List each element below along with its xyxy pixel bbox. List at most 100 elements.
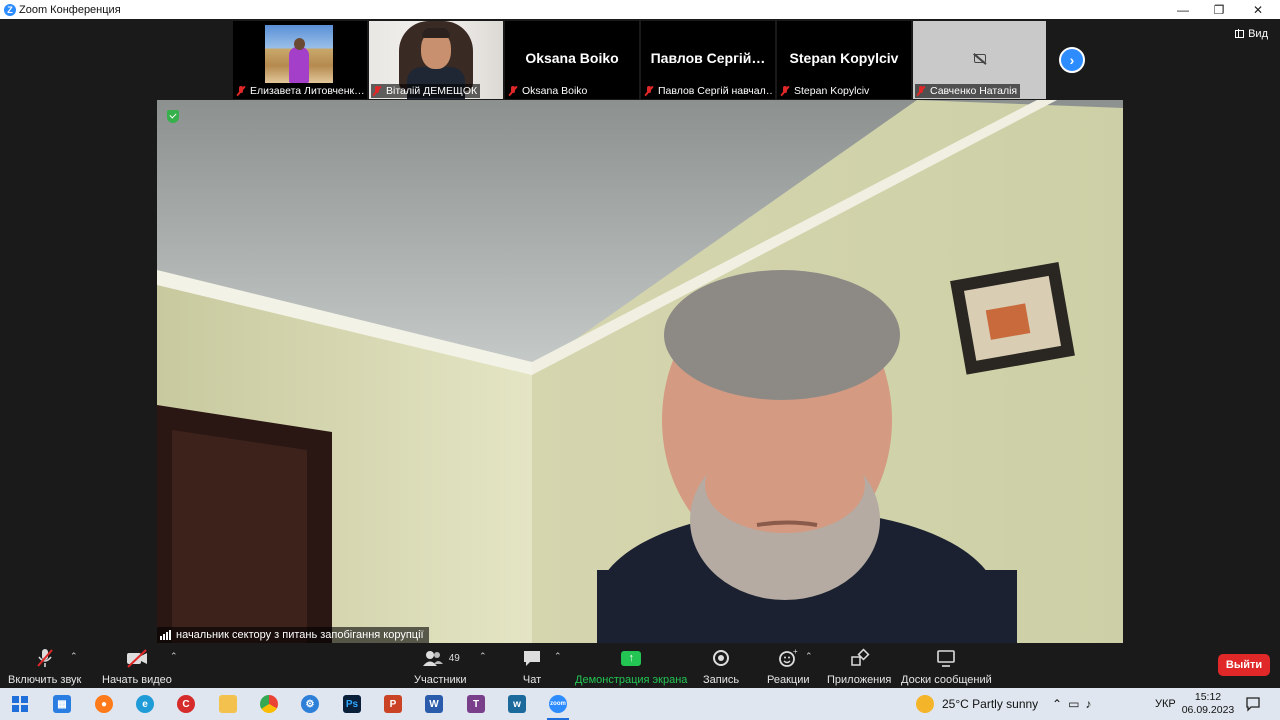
apps-button[interactable]: Приложения — [827, 647, 891, 686]
settings-icon[interactable]: ⚙ — [301, 695, 319, 713]
window-title: Zoom Конференция — [19, 3, 121, 16]
mic-muted-icon — [372, 86, 382, 96]
start-video-button[interactable]: Начать видео — [102, 647, 172, 686]
red-app-icon[interactable]: C — [177, 695, 195, 713]
speaker-video-frame — [157, 100, 1123, 643]
apps-button-label: Приложения — [827, 674, 892, 686]
record-button[interactable]: Запись — [703, 647, 739, 686]
system-tray-icons[interactable]: ⌃ ▭ ♪ — [1052, 688, 1097, 720]
participant-tile[interactable]: Павлов Сергій… Павлов Сергій навчал… — [641, 21, 775, 99]
participant-name: Stepan Kopylciv — [794, 85, 870, 97]
participant-name-label: Елизавета Литовченк… — [235, 84, 365, 98]
weather-text: 25°C Partly sunny — [942, 697, 1039, 711]
participants-count: 49 — [448, 652, 460, 664]
firefox-icon[interactable]: ● — [95, 695, 113, 713]
participant-tile[interactable]: Савченко Наталія — [913, 21, 1046, 99]
participant-tile[interactable]: Віталій ДЕМЕЩОК — [369, 21, 503, 99]
windows-taskbar: ▦ ● e C ⚙ Ps P W T w zoom 25°C Partly su… — [0, 688, 1280, 720]
mic-muted-icon — [236, 86, 246, 96]
minimize-button[interactable]: — — [1163, 0, 1203, 19]
start-video-button-label: Начать видео — [102, 674, 172, 686]
svg-text:+: + — [793, 647, 798, 656]
mic-muted-icon — [916, 86, 926, 96]
participants-button-label: Участники — [414, 674, 467, 686]
chrome-icon[interactable] — [260, 695, 278, 713]
participant-tile[interactable]: Елизавета Литовченк… — [233, 21, 367, 99]
weather-widget[interactable]: 25°C Partly sunny — [916, 688, 1038, 720]
participant-tile[interactable]: Oksana Boiko Oksana Boiko — [505, 21, 639, 99]
unmute-button-label: Включить звук — [8, 674, 82, 686]
reactions-options-caret-icon[interactable]: ⌃ — [805, 651, 813, 662]
mic-muted-icon — [34, 647, 56, 669]
notifications-icon[interactable] — [1245, 688, 1261, 720]
windows-start-icon[interactable] — [11, 695, 29, 713]
active-speaker-video: начальник сектору з питань запобігання к… — [157, 100, 1123, 643]
title-bar: Z Zoom Конференция — ❐ ✕ — [0, 0, 1280, 19]
zoom-taskbar-icon[interactable]: zoom — [547, 695, 569, 720]
mic-muted-icon — [644, 86, 654, 96]
participants-button[interactable]: 49 Участники — [414, 647, 467, 686]
participant-name-label: Oksana Boiko — [507, 84, 591, 98]
clock-date: 06.09.2023 — [1181, 704, 1235, 716]
teams-icon[interactable]: T — [467, 695, 485, 713]
participant-display-name: Stepan Kopylciv — [789, 50, 899, 66]
zoom-logo-icon: Z — [4, 3, 16, 16]
clock-time: 15:12 — [1194, 691, 1222, 703]
participant-name: Віталій ДЕМЕЩОК — [386, 85, 478, 97]
photoshop-icon[interactable]: Ps — [343, 695, 361, 713]
word-icon[interactable]: W — [425, 695, 443, 713]
maximize-button[interactable]: ❐ — [1199, 0, 1239, 19]
mic-muted-icon — [780, 86, 790, 96]
view-button[interactable]: Вид — [1235, 28, 1268, 40]
whiteboards-button[interactable]: Доски сообщений — [901, 647, 992, 686]
connection-signal-icon — [160, 630, 172, 640]
participants-icon: 49 — [421, 647, 460, 669]
audio-options-caret-icon[interactable]: ⌃ — [70, 651, 78, 662]
apps-icon — [848, 647, 870, 669]
chat-button[interactable]: Чат — [521, 647, 543, 686]
file-explorer-icon[interactable] — [219, 695, 237, 713]
participant-name-label: Stepan Kopylciv — [779, 84, 873, 98]
chat-icon — [521, 647, 543, 669]
chat-options-caret-icon[interactable]: ⌃ — [554, 651, 562, 662]
active-speaker-name-label: начальник сектору з питань запобігання к… — [157, 627, 429, 643]
whiteboards-button-label: Доски сообщений — [901, 674, 992, 686]
chat-button-label: Чат — [522, 674, 542, 686]
participant-display-name: Павлов Сергій… — [650, 50, 766, 66]
participant-name: Oksana Boiko — [522, 85, 588, 97]
video-options-caret-icon[interactable]: ⌃ — [170, 651, 178, 662]
participant-name-label: Савченко Наталія — [915, 84, 1021, 98]
participant-name: Савченко Наталія — [930, 85, 1018, 97]
participant-tile[interactable]: Stepan Kopylciv Stepan Kopylciv — [777, 21, 911, 99]
participant-display-name: Oksana Boiko — [525, 50, 619, 66]
share-screen-icon: ↑ — [621, 647, 642, 669]
language-indicator[interactable]: УКР — [1155, 688, 1176, 720]
share-screen-button-label: Демонстрация экрана — [575, 674, 688, 686]
view-button-label: Вид — [1248, 28, 1268, 40]
calendar-app-icon[interactable]: ▦ — [53, 695, 71, 713]
chevron-up-icon[interactable]: ⌃ — [1052, 697, 1068, 711]
clock[interactable]: 15:12 06.09.2023 — [1182, 688, 1235, 720]
record-button-label: Запись — [703, 674, 740, 686]
powerpoint-icon[interactable]: P — [384, 695, 402, 713]
volume-icon[interactable]: ♪ — [1085, 697, 1097, 711]
leave-button[interactable]: Выйти — [1218, 654, 1270, 676]
encryption-shield-icon[interactable] — [167, 110, 179, 123]
share-screen-button[interactable]: ↑ Демонстрация экрана — [575, 647, 687, 686]
close-button[interactable]: ✕ — [1238, 0, 1278, 19]
edge-icon[interactable]: e — [136, 695, 154, 713]
meeting-toolbar: Включить звук ⌃ Начать видео ⌃ 49 Участн… — [0, 643, 1280, 688]
active-speaker-name: начальник сектору з питань запобігання к… — [176, 629, 424, 641]
next-participants-button[interactable]: › — [1059, 47, 1085, 73]
participant-name: Павлов Сергій навчал… — [658, 85, 773, 97]
webex-icon[interactable]: w — [508, 695, 526, 713]
participant-name-label: Павлов Сергій навчал… — [643, 84, 773, 98]
mic-muted-icon — [508, 86, 518, 96]
whiteboard-icon — [935, 647, 957, 669]
reactions-button[interactable]: + Реакции — [767, 647, 810, 686]
participant-name: Елизавета Литовченк… — [250, 85, 365, 97]
participant-name-label: Віталій ДЕМЕЩОК — [371, 84, 481, 98]
network-icon[interactable]: ▭ — [1068, 697, 1085, 711]
participants-options-caret-icon[interactable]: ⌃ — [479, 651, 487, 662]
chevron-right-icon: › — [1069, 52, 1075, 68]
